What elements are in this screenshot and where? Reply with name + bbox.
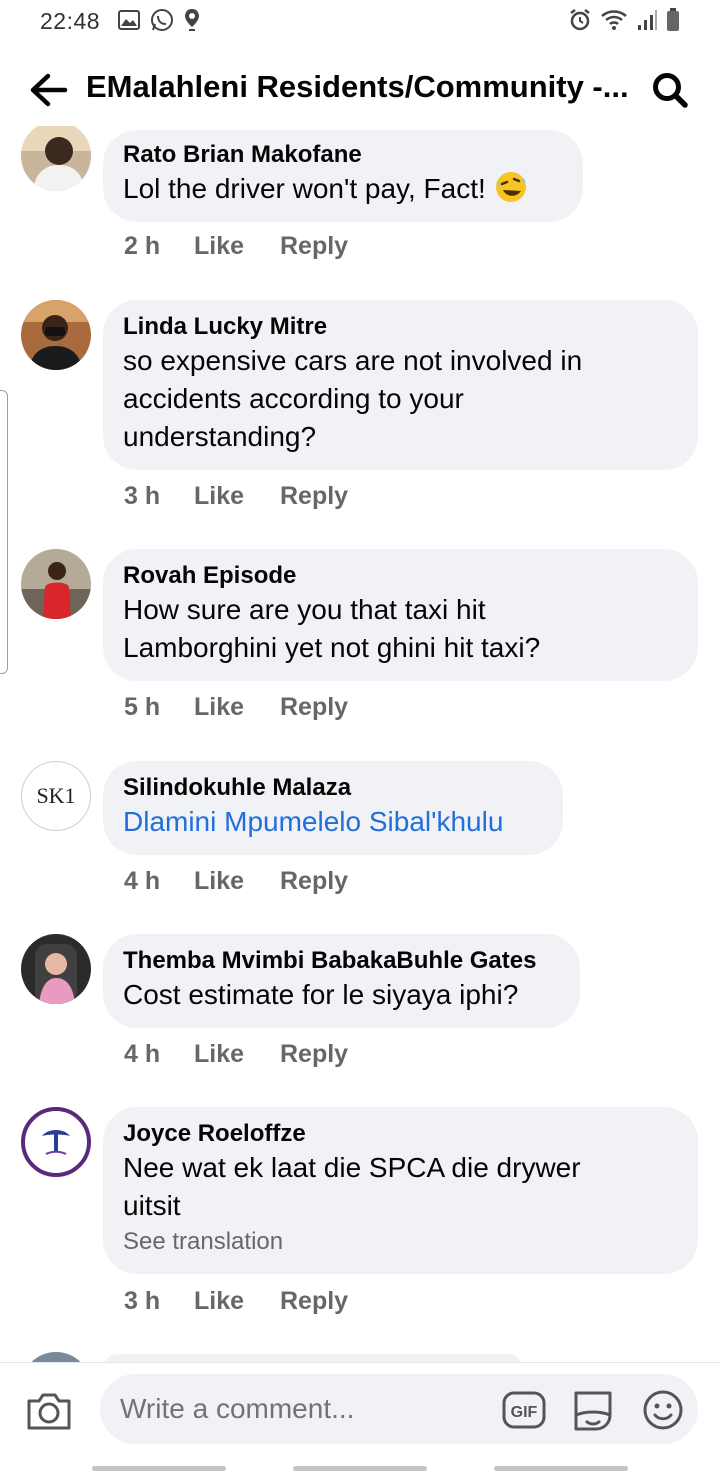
gif-icon: GIF [502,1391,546,1429]
whatsapp-icon [150,8,174,37]
comment-bubble[interactable]: Joyce Roeloffze Nee wat ek laat die SPCA… [103,1107,698,1274]
comment-bubble[interactable]: Rato Brian Makofane Lol the driver won't… [103,130,583,222]
comment-actions: 3 h Like Reply [124,1287,348,1316]
avatar[interactable] [21,549,91,619]
reply-button[interactable]: Reply [280,1287,348,1316]
status-right-icons [568,8,680,37]
smiley-icon [643,1390,683,1430]
comment-author[interactable]: Joyce Roeloffze [123,1119,678,1149]
back-button[interactable] [26,68,70,112]
sticker-button[interactable] [570,1387,616,1438]
comment-actions: 5 h Like Reply [124,693,348,722]
comment-bubble[interactable] [103,1354,523,1362]
comment-bubble[interactable]: Silindokuhle Malaza Dlamini Mpumelelo Si… [103,761,563,855]
location-icon [184,8,200,37]
reply-button[interactable]: Reply [280,1040,348,1069]
search-icon [653,73,688,108]
like-button[interactable]: Like [194,482,280,511]
tree-logo-icon [42,1130,70,1155]
comment-text-line: How sure are you that taxi hit [123,594,486,625]
comment-bubble[interactable]: Linda Lucky Mitre so expensive cars are … [103,300,698,470]
avatar[interactable]: SK1 [21,761,91,831]
camera-button[interactable] [26,1391,74,1435]
comment-text-line: Nee wat ek laat die SPCA die drywer [123,1152,581,1183]
comment-time: 3 h [124,482,161,510]
comment-author[interactable]: Themba Mvimbi BabakaBuhle Gates [123,946,560,976]
comment-actions: 2 h Like Reply [124,232,348,261]
avatar-logo-text: SK1 [36,783,76,808]
comment-text-line: understanding? [123,421,317,452]
app-header: EMalahleni Residents/Community -... [0,52,720,126]
comment-text-line: uitsit [123,1190,181,1221]
comment-actions: 4 h Like Reply [124,867,348,896]
comment-author[interactable]: Silindokuhle Malaza [123,773,543,803]
comment-time: 5 h [124,693,161,721]
avatar[interactable] [21,300,91,370]
signal-icon [636,9,658,36]
status-bar: 22:48 [0,0,720,44]
back-nav-button[interactable] [494,1466,628,1471]
wifi-icon [600,9,628,36]
emoji-button[interactable] [642,1389,684,1436]
gif-button[interactable]: GIF [502,1391,546,1434]
comment-author[interactable]: Linda Lucky Mitre [123,312,678,342]
comment-author[interactable]: Rovah Episode [123,561,678,591]
alarm-icon [568,8,592,37]
status-left-icons [118,8,200,37]
home-button[interactable] [293,1466,427,1471]
comment-time: 3 h [124,1287,161,1315]
gallery-icon [118,10,140,35]
rolling-laughing-emoji-icon [494,170,528,214]
status-time: 22:48 [40,8,101,34]
comment-text: Cost estimate for le siyaya iphi? [123,979,519,1010]
like-button[interactable]: Like [194,867,280,896]
avatar[interactable] [21,1352,91,1362]
comment-text-line: Lamborghini yet not ghini hit taxi? [123,632,541,663]
like-button[interactable]: Like [194,693,280,722]
reply-button[interactable]: Reply [280,867,348,896]
group-title: EMalahleni Residents/Community -... [86,69,629,104]
comment-author[interactable]: Rato Brian Makofane [123,140,563,170]
comment-time: 4 h [124,867,161,895]
svg-text:GIF: GIF [511,1404,538,1421]
back-arrow-icon [30,73,68,107]
comment-bubble[interactable]: Themba Mvimbi BabakaBuhle Gates Cost est… [103,934,580,1028]
comment-text-content: Lol the driver won't pay, Fact! [123,173,486,204]
reply-button[interactable]: Reply [280,693,348,722]
search-button[interactable] [648,68,692,112]
comment-actions: 3 h Like Reply [124,482,348,511]
comment-time: 4 h [124,1040,161,1068]
like-button[interactable]: Like [194,1040,280,1069]
comments-list: Rato Brian Makofane Lol the driver won't… [0,126,720,1362]
system-nav-bar [0,1454,720,1480]
sticker-icon [574,1391,612,1431]
like-button[interactable]: Like [194,1287,280,1316]
avatar[interactable] [21,1107,91,1177]
avatar[interactable] [21,934,91,1004]
comment-actions: 4 h Like Reply [124,1040,348,1069]
comment-bubble[interactable]: Rovah Episode How sure are you that taxi… [103,549,698,681]
mention-link[interactable]: Dlamini Mpumelelo Sibal'khulu [123,803,543,841]
like-button[interactable]: Like [194,232,280,261]
recents-button[interactable] [92,1466,226,1471]
comment-text-line: accidents according to your [123,383,464,414]
reply-button[interactable]: Reply [280,232,348,261]
comment-composer: GIF [0,1362,720,1454]
comment-text-line: so expensive cars are not involved in [123,345,583,376]
comment-time: 2 h [124,232,161,260]
battery-icon [666,8,680,37]
camera-icon [27,1393,71,1430]
reply-button[interactable]: Reply [280,482,348,511]
avatar[interactable] [21,126,91,191]
see-translation-link[interactable]: See translation [123,1225,678,1259]
comment-text: Lol the driver won't pay, Fact! [123,170,563,214]
